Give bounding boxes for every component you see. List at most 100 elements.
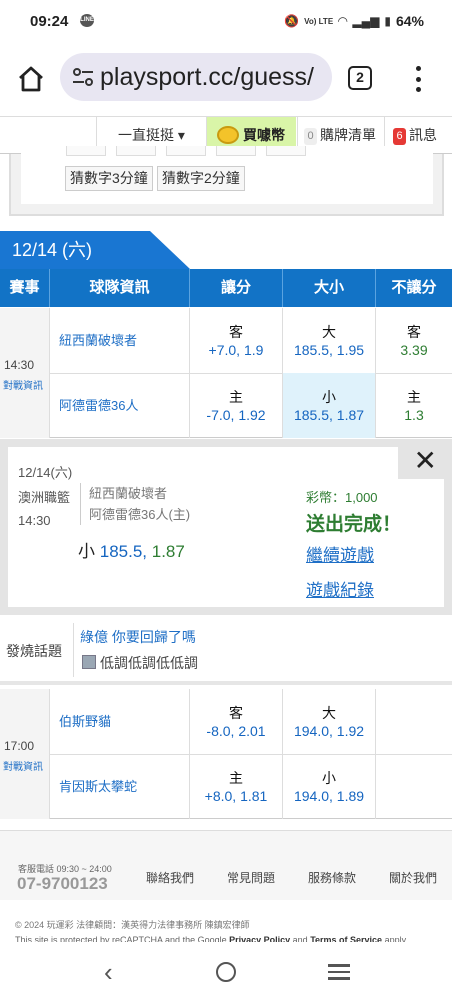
total-under-value: 185.5, 1.87 (293, 407, 365, 423)
close-icon[interactable]: ✕ (414, 447, 437, 475)
home-icon[interactable] (16, 64, 46, 94)
spread-away-odd[interactable]: 客 +7.0, 1.9 (190, 308, 283, 373)
home-circle-icon[interactable] (216, 962, 236, 982)
buy-coins-label: 買噱幣 (243, 127, 285, 143)
total-over-odd[interactable]: 大 194.0, 1.92 (283, 689, 376, 754)
spread-home-odd[interactable]: 主 -7.0, 1.92 (190, 373, 283, 438)
message-count-badge: 6 (393, 128, 406, 145)
header-total: 大小 (283, 269, 376, 307)
tab-switcher-button[interactable]: 2 (348, 66, 372, 90)
system-nav-bar: ‹ (0, 942, 452, 1000)
game-record-link[interactable]: 遊戲紀錄 (306, 576, 374, 601)
header-event: 賽事 (0, 269, 50, 307)
moneyline-away-odd[interactable]: 客 3.39 (376, 308, 452, 373)
guess-number-3min[interactable]: 猜數字3分鐘 (65, 166, 153, 191)
footer-link-terms[interactable]: 服務條款 (308, 869, 356, 886)
moneyline-home-odd[interactable]: 主 1.3 (376, 373, 452, 438)
spread-home-value: +8.0, 1.81 (204, 788, 268, 804)
match-info-link[interactable]: 對戰資訊 (3, 377, 43, 392)
wifi-icon: ◠ (338, 14, 348, 28)
signal-icon: ▂▄▆ (352, 14, 380, 28)
recent-apps-icon[interactable] (328, 964, 350, 984)
pick-label: 小 (78, 542, 95, 561)
moneyline-away-label: 客 (407, 324, 421, 340)
spread-away-odd[interactable]: 客 -8.0, 2.01 (190, 689, 283, 754)
total-over-label: 大 (322, 705, 336, 721)
moneyline-home-label: 主 (407, 389, 421, 405)
total-under-label: 小 (322, 770, 336, 786)
system-icons: 🔕 Vo) LTE ◠ ▂▄▆ ▮ 64% (284, 13, 424, 29)
mini-games-list: 猜數字3分鐘 猜數字2分鐘 (21, 146, 433, 204)
team-home[interactable]: 阿德雷德36人 (50, 373, 190, 438)
date-bar: 12/14 (六) (0, 231, 452, 269)
site-settings-icon[interactable] (72, 67, 94, 87)
total-under-odd-selected[interactable]: 小 185.5, 1.87 (283, 373, 376, 438)
popup-time: 14:30 (18, 513, 51, 528)
spread-home-label: 主 (229, 389, 243, 405)
avatar (82, 655, 96, 669)
hidden-game-row (21, 146, 433, 158)
total-under-odd[interactable]: 小 194.0, 1.89 (283, 754, 376, 819)
popup-team-away: 紐西蘭破壞者 (89, 486, 168, 501)
coin-balance: 彩幣：1,000 (306, 490, 378, 505)
spread-away-label: 客 (229, 324, 243, 340)
footer-link-faq[interactable]: 常見問題 (227, 869, 275, 886)
header-team: 球隊資訊 (50, 269, 190, 307)
cart-label: 購牌清單 (320, 127, 376, 143)
submit-complete-text: 送出完成！ (306, 514, 402, 535)
mini-games-panel: 猜數字3分鐘 猜數字2分鐘 (9, 146, 444, 216)
team-away[interactable]: 伯斯野貓 (50, 689, 190, 754)
popup-teams: 紐西蘭破壞者 阿德雷德36人(主) (80, 483, 190, 525)
footer-link-contact[interactable]: 聯絡我們 (146, 869, 194, 886)
status-time: 09:24 (30, 13, 69, 30)
line-app-icon: LINE (80, 14, 94, 27)
spread-away-label: 客 (229, 705, 243, 721)
guess-number-2min[interactable]: 猜數字2分鐘 (157, 166, 245, 191)
date-tag: 12/14 (六) (0, 231, 190, 269)
footer-link-about[interactable]: 關於我們 (389, 869, 437, 886)
total-over-label: 大 (322, 324, 336, 340)
popup-pick: 小 185.5, 1.87 (78, 537, 185, 562)
moneyline-away-value: 3.39 (400, 342, 428, 358)
browser-toolbar: playsport.cc/guess/ 2 (0, 44, 452, 116)
team-away[interactable]: 紐西蘭破壞者 (50, 308, 190, 373)
battery-icon: ▮ (384, 14, 391, 28)
header-spread: 讓分 (190, 269, 283, 307)
cart-count-badge: 0 (304, 128, 317, 145)
spread-away-value: +7.0, 1.9 (208, 342, 264, 358)
spread-home-odd[interactable]: 主 +8.0, 1.81 (190, 754, 283, 819)
moneyline-home-value: 1.3 (404, 407, 424, 423)
team-home[interactable]: 肯因斯太攀蛇 (50, 754, 190, 819)
url-text: playsport.cc/guess/ (100, 63, 314, 91)
pick-odds: 1.87 (151, 542, 185, 561)
hot-topic-sub[interactable]: 低調低調低低調 (100, 653, 198, 673)
total-under-label: 小 (322, 389, 336, 405)
match-row: 17:00 對戰資訊 伯斯野貓 客 -8.0, 2.01 大 194.0, 1.… (0, 689, 452, 819)
footer-contact: 客服電話 09:30 ~ 24:00 07-9700123 聯絡我們 常見問題 … (0, 830, 452, 900)
bet-confirmation-popup: 12/14(六) 澳洲職籃 14:30 紐西蘭破壞者 阿德雷德36人(主) 小 … (0, 439, 452, 615)
match-info-link[interactable]: 對戰資訊 (3, 758, 43, 773)
service-phone[interactable]: 07-9700123 (17, 874, 108, 894)
total-under-value: 194.0, 1.89 (293, 788, 365, 804)
hot-topic-link[interactable]: 綠億 你要回歸了嗎 (80, 627, 196, 647)
messages-label: 訊息 (409, 127, 437, 143)
copyright-text: © 2024 玩運彩 法律顧問：漢英得力法律事務所 陳鎮宏律師 (15, 920, 250, 930)
popup-team-home: 阿德雷德36人(主) (89, 507, 191, 522)
address-bar[interactable]: playsport.cc/guess/ (60, 53, 332, 101)
total-over-odd[interactable]: 大 185.5, 1.95 (283, 308, 376, 373)
back-icon[interactable]: ‹ (104, 957, 113, 988)
match-time: 14:30 (4, 358, 35, 372)
spread-home-label: 主 (229, 770, 243, 786)
continue-game-link[interactable]: 繼續遊戲 (306, 541, 374, 566)
more-menu-icon[interactable] (414, 66, 422, 92)
bet-confirmation-card: 12/14(六) 澳洲職籃 14:30 紐西蘭破壞者 阿德雷德36人(主) 小 … (8, 447, 444, 607)
match-row: 14:30 對戰資訊 紐西蘭破壞者 客 +7.0, 1.9 大 185.5, 1… (0, 308, 452, 438)
spread-away-value: -8.0, 2.01 (206, 723, 266, 739)
pick-line: 185.5, (99, 542, 147, 561)
match-time-cell: 14:30 對戰資訊 (0, 308, 50, 438)
total-over-value: 194.0, 1.92 (293, 723, 365, 739)
popup-league: 澳洲職籃 (18, 490, 71, 505)
coin-icon (217, 126, 239, 144)
volte-icon: Vo) LTE (304, 16, 334, 26)
popup-date: 12/14(六) (18, 465, 73, 480)
